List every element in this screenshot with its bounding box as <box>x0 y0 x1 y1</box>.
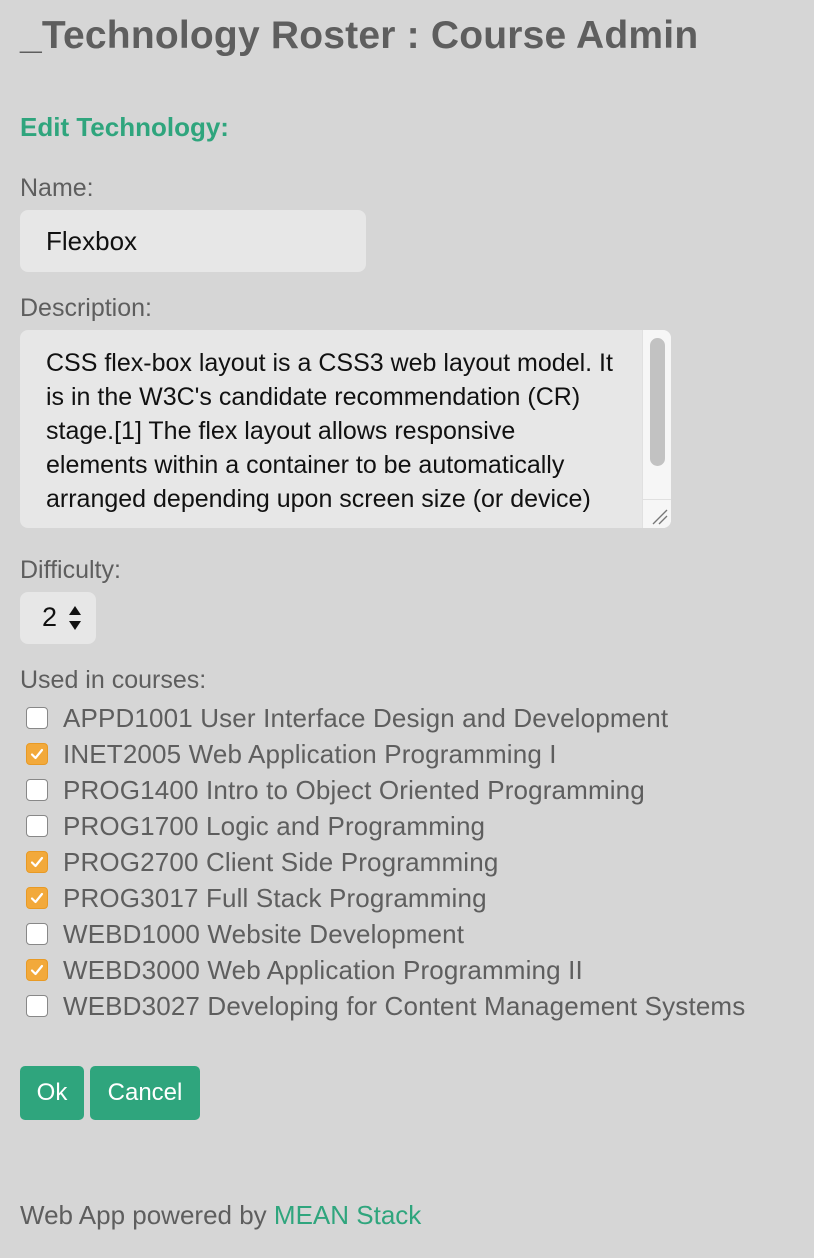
course-item[interactable]: APPD1001 User Interface Design and Devel… <box>20 700 810 736</box>
mean-stack-link[interactable]: MEAN Stack <box>274 1200 421 1230</box>
course-checkbox[interactable] <box>26 743 48 765</box>
cancel-button[interactable]: Cancel <box>90 1066 200 1120</box>
name-input[interactable] <box>20 210 366 272</box>
check-icon <box>30 748 44 760</box>
footer: Web App powered by MEAN Stack <box>20 1200 421 1231</box>
course-label[interactable]: INET2005 Web Application Programming I <box>63 739 557 770</box>
courses-list: APPD1001 User Interface Design and Devel… <box>20 700 810 1024</box>
course-item[interactable]: PROG1700 Logic and Programming <box>20 808 810 844</box>
course-item[interactable]: INET2005 Web Application Programming I <box>20 736 810 772</box>
course-label[interactable]: WEBD3027 Developing for Content Manageme… <box>63 991 745 1022</box>
check-icon <box>30 964 44 976</box>
course-item[interactable]: PROG2700 Client Side Programming <box>20 844 810 880</box>
course-label[interactable]: PROG1400 Intro to Object Oriented Progra… <box>63 775 645 806</box>
footer-prefix: Web App powered by <box>20 1200 274 1230</box>
course-item[interactable]: WEBD3027 Developing for Content Manageme… <box>20 988 810 1024</box>
description-text[interactable]: CSS flex-box layout is a CSS3 web layout… <box>46 346 616 516</box>
courses-label: Used in courses: <box>20 666 207 694</box>
course-checkbox[interactable] <box>26 959 48 981</box>
description-textarea[interactable]: CSS flex-box layout is a CSS3 web layout… <box>20 330 671 528</box>
course-checkbox[interactable] <box>26 851 48 873</box>
course-label[interactable]: PROG2700 Client Side Programming <box>63 847 498 878</box>
course-label[interactable]: WEBD3000 Web Application Programming II <box>63 955 583 986</box>
course-checkbox[interactable] <box>26 707 48 729</box>
course-item[interactable]: PROG1400 Intro to Object Oriented Progra… <box>20 772 810 808</box>
course-label[interactable]: PROG3017 Full Stack Programming <box>63 883 487 914</box>
description-label: Description: <box>20 294 152 322</box>
difficulty-stepper[interactable]: 2 <box>20 592 96 644</box>
ok-button[interactable]: Ok <box>20 1066 84 1120</box>
check-icon <box>30 856 44 868</box>
resize-grip-icon[interactable] <box>643 499 671 528</box>
page-title: _Technology Roster : Course Admin <box>20 14 699 57</box>
course-checkbox[interactable] <box>26 779 48 801</box>
course-checkbox[interactable] <box>26 995 48 1017</box>
course-checkbox[interactable] <box>26 887 48 909</box>
course-label[interactable]: APPD1001 User Interface Design and Devel… <box>63 703 668 734</box>
stepper-arrows-icon[interactable] <box>68 604 82 632</box>
course-checkbox[interactable] <box>26 923 48 945</box>
difficulty-value[interactable]: 2 <box>42 602 57 633</box>
form-heading: Edit Technology: <box>20 112 229 142</box>
course-checkbox[interactable] <box>26 815 48 837</box>
name-label: Name: <box>20 174 94 202</box>
course-item[interactable]: WEBD1000 Website Development <box>20 916 810 952</box>
course-label[interactable]: PROG1700 Logic and Programming <box>63 811 485 842</box>
check-icon <box>30 892 44 904</box>
course-item[interactable]: WEBD3000 Web Application Programming II <box>20 952 810 988</box>
difficulty-label: Difficulty: <box>20 556 121 584</box>
course-label[interactable]: WEBD1000 Website Development <box>63 919 464 950</box>
scrollbar-thumb[interactable] <box>650 338 665 466</box>
course-item[interactable]: PROG3017 Full Stack Programming <box>20 880 810 916</box>
